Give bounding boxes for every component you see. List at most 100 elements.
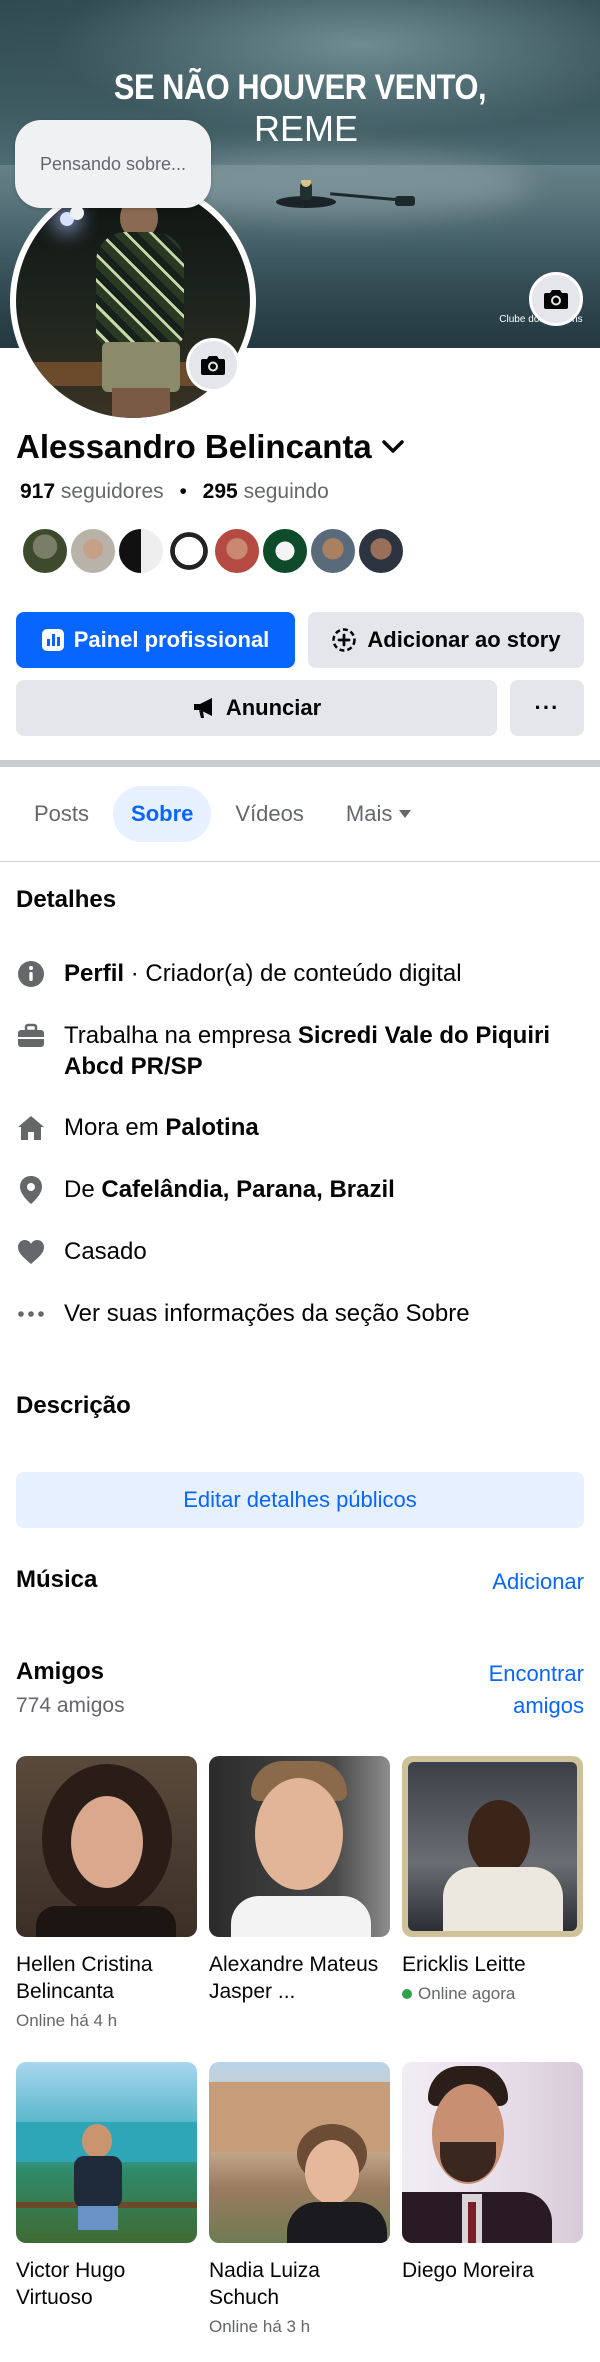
music-heading: Música xyxy=(16,1566,98,1593)
dashboard-icon xyxy=(41,629,64,651)
add-to-story-label: Adicionar ao story xyxy=(367,627,561,652)
online-indicator-icon xyxy=(402,1989,412,1999)
detail-relationship: Casado xyxy=(16,1236,586,1267)
person-legs xyxy=(112,388,170,418)
tab-about-label: Sobre xyxy=(131,801,194,826)
friend-name: Victor Hugo Virtuoso xyxy=(16,2259,126,2309)
tab-about[interactable]: Sobre xyxy=(113,786,212,842)
more-dots-icon xyxy=(16,1298,46,1329)
profile-name-button[interactable]: Alessandro Belincanta xyxy=(16,428,404,466)
lives-prefix: Mora em xyxy=(64,1114,166,1141)
add-music-link[interactable]: Adicionar xyxy=(492,1566,584,1598)
friend-photo xyxy=(402,2062,583,2243)
heart-icon xyxy=(16,1236,46,1267)
detail-profile: Perfil · Criador(a) de conteúdo digital xyxy=(16,958,586,989)
friend-card[interactable]: Diego Moreira xyxy=(402,2062,583,2284)
briefcase-icon xyxy=(16,1020,46,1051)
friend-card[interactable]: Nadia Luiza Schuch Online há 3 h xyxy=(209,2062,390,2337)
friends-count: 774 amigos xyxy=(16,1694,125,1717)
edit-public-details-label: Editar detalhes públicos xyxy=(183,1487,417,1512)
add-to-story-button[interactable]: Adicionar ao story xyxy=(308,612,584,668)
profile-type-value: · Criador(a) de conteúdo digital xyxy=(124,960,462,987)
thought-bubble[interactable]: Pensando sobre... xyxy=(15,120,211,208)
friend-name: Nadia Luiza Schuch xyxy=(209,2259,320,2309)
tab-more[interactable]: Mais xyxy=(328,786,430,842)
friend-card[interactable]: Hellen Cristina Belincanta Online há 4 h xyxy=(16,1756,197,2031)
advertise-button[interactable]: Anunciar xyxy=(16,680,497,736)
friend-name: Alexandre Mateus Jasper ... xyxy=(209,1953,379,2003)
friend-card[interactable]: Victor Hugo Virtuoso xyxy=(16,2062,197,2311)
tab-videos[interactable]: Vídeos xyxy=(217,786,322,842)
friend-status-text: Online há 3 h xyxy=(209,2317,311,2336)
friend-photo xyxy=(209,1756,390,1937)
friend-status: Online agora xyxy=(402,1984,583,2004)
friend-status-text: Online há 4 h xyxy=(16,2011,118,2030)
follower-avatar xyxy=(164,526,214,576)
person-shirt xyxy=(96,232,184,344)
friend-name: Hellen Cristina Belincanta xyxy=(16,1953,153,2003)
see-about-info-link[interactable]: Ver suas informações da seção Sobre xyxy=(16,1298,586,1329)
from-value[interactable]: Cafelândia, Parana, Brazil xyxy=(101,1176,394,1203)
megaphone-icon xyxy=(193,698,212,718)
find-friends-line2: amigos xyxy=(513,1693,584,1718)
friend-status: Online há 3 h xyxy=(209,2317,390,2337)
friend-photo xyxy=(16,1756,197,1937)
follower-avatar xyxy=(116,526,166,576)
profile-stats: 917 seguidores • 295 seguindo xyxy=(20,480,329,504)
follower-avatar xyxy=(68,526,118,576)
friend-card[interactable]: Alexandre Mateus Jasper ... xyxy=(209,1756,390,2005)
following-label[interactable]: seguindo xyxy=(244,480,329,503)
detail-lives: Mora em Palotina xyxy=(16,1112,586,1143)
follower-avatar xyxy=(308,526,358,576)
oar-blade-graphic xyxy=(395,196,415,206)
edit-cover-button[interactable] xyxy=(529,272,583,326)
friend-name: Diego Moreira xyxy=(402,2259,534,2282)
section-divider xyxy=(0,760,600,767)
location-pin-icon xyxy=(16,1174,46,1205)
follower-avatar xyxy=(20,526,70,576)
profile-type-label: Perfil xyxy=(64,960,125,987)
chevron-down-icon xyxy=(382,440,404,453)
tab-videos-label: Vídeos xyxy=(235,801,304,826)
follower-avatar xyxy=(212,526,262,576)
thought-bubble-placeholder: Pensando sobre... xyxy=(39,153,187,174)
profile-name: Alessandro Belincanta xyxy=(16,428,372,465)
friends-heading: Amigos xyxy=(16,1658,105,1685)
info-icon xyxy=(16,958,46,989)
find-friends-line1: Encontrar xyxy=(488,1661,584,1686)
tabs-divider xyxy=(0,861,600,862)
tab-more-label: Mais xyxy=(345,801,393,826)
following-count[interactable]: 295 xyxy=(203,480,238,503)
friend-photo xyxy=(402,1756,583,1937)
person-shorts xyxy=(102,342,180,392)
tab-posts-label: Posts xyxy=(34,801,90,826)
follower-avatar xyxy=(260,526,310,576)
lives-value[interactable]: Palotina xyxy=(165,1114,258,1141)
friend-card[interactable]: Ericklis Leitte Online agora xyxy=(402,1756,583,2004)
friend-status-text: Online agora xyxy=(418,1984,516,2003)
camera-icon xyxy=(544,290,568,309)
work-prefix: Trabalha na empresa xyxy=(64,1022,298,1049)
tab-posts[interactable]: Posts xyxy=(16,786,107,842)
detail-work: Trabalha na empresa Sicredi Vale do Piqu… xyxy=(16,1020,586,1082)
edit-profile-picture-button[interactable] xyxy=(186,338,240,392)
description-heading: Descrição xyxy=(16,1392,131,1419)
more-options-button[interactable]: ··· xyxy=(510,680,584,736)
professional-dashboard-button[interactable]: Painel profissional xyxy=(16,612,295,668)
profile-tabs: Posts Sobre Vídeos Mais xyxy=(16,786,430,842)
featured-follower-avatars[interactable] xyxy=(20,526,406,576)
cover-text-line1: SE NÃO HOUVER VENTO, xyxy=(113,68,487,107)
relationship-value: Casado xyxy=(64,1238,147,1265)
edit-public-details-button[interactable]: Editar detalhes públicos xyxy=(16,1472,584,1528)
more-options-icon: ··· xyxy=(534,695,560,720)
followers-count[interactable]: 917 xyxy=(20,480,55,503)
add-story-icon xyxy=(332,628,357,652)
followers-label[interactable]: seguidores xyxy=(61,480,164,503)
home-icon xyxy=(16,1112,46,1143)
friend-photo xyxy=(209,2062,390,2243)
from-prefix: De xyxy=(64,1176,102,1203)
detail-from: De Cafelândia, Parana, Brazil xyxy=(16,1174,586,1205)
find-friends-link[interactable]: Encontrar amigos xyxy=(489,1658,584,1722)
caret-down-icon xyxy=(399,810,412,818)
follower-avatar xyxy=(356,526,406,576)
